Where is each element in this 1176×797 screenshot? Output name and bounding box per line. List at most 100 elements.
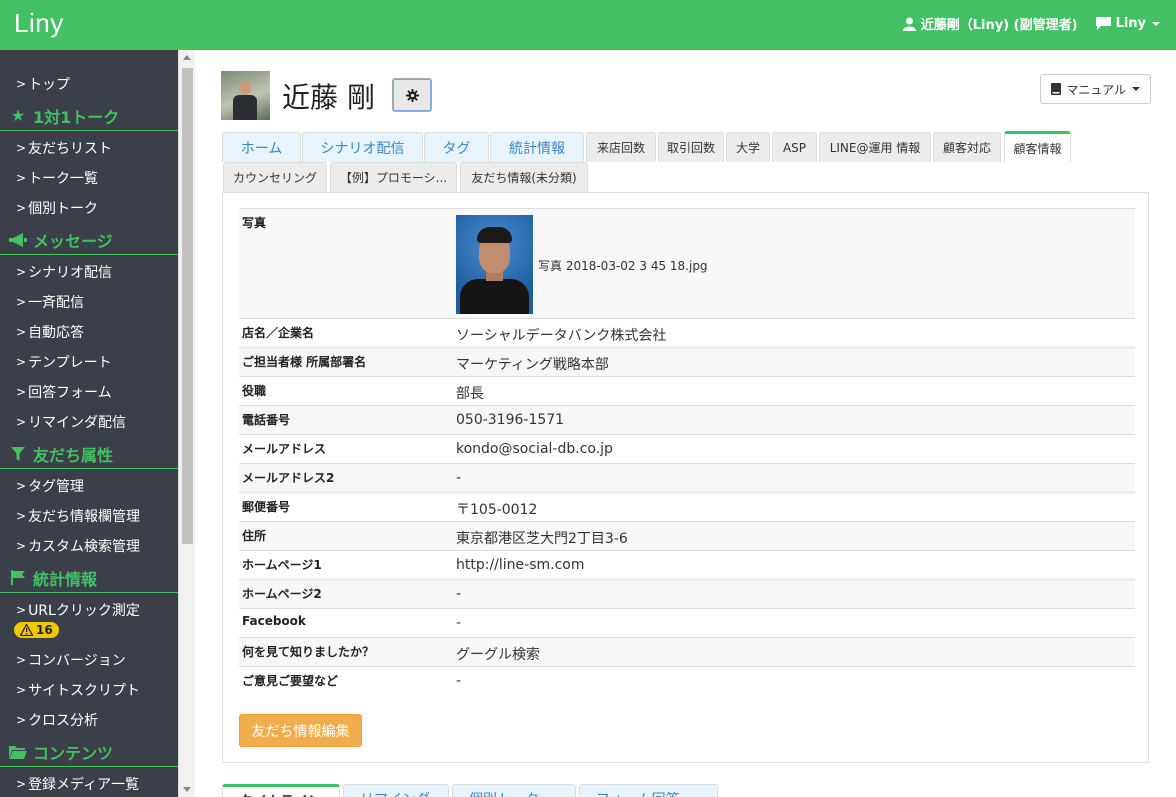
- sidebar-item-top[interactable]: > トップ: [16, 74, 70, 94]
- row-value: 東京都港区芝大門2丁目3-6: [456, 531, 628, 547]
- row-value: 050-3196-1571: [456, 412, 565, 428]
- row-label: ホームページ2: [242, 587, 322, 601]
- sidebar-item-media-list[interactable]: > 登録メディア一覧: [16, 774, 139, 794]
- sidebar-item-url-click[interactable]: > URLクリック測定: [16, 600, 140, 620]
- row-value: -: [456, 470, 462, 486]
- row-label: 何を見て知りましたか？: [242, 645, 375, 659]
- user-label: 近藤剛（Liny) (副管理者): [920, 18, 1078, 33]
- edit-friend-info-button[interactable]: 友だち情報編集: [239, 714, 362, 747]
- sidebar-item-individual-talk[interactable]: > 個別トーク: [16, 198, 98, 218]
- sidebar-item-broadcast[interactable]: > 一斉配信: [16, 292, 84, 312]
- account-menu[interactable]: Liny: [1095, 16, 1160, 31]
- row-value: グーグル検索: [456, 647, 540, 663]
- tab-individual-talk[interactable]: 個別トーク: [452, 784, 576, 797]
- megaphone-icon: [8, 232, 28, 247]
- warning-badge[interactable]: 16: [14, 622, 59, 638]
- sidebar-section-stats: 統計情報: [0, 563, 178, 593]
- row-value: -: [456, 615, 462, 631]
- table-row: ご担当者様 所属部署名 マーケティング戦略本部: [239, 347, 1135, 376]
- tab-scenario[interactable]: シナリオ配信: [302, 132, 423, 162]
- row-label: ご担当者様 所属部署名: [242, 355, 367, 369]
- row-label: 写真: [242, 216, 267, 230]
- book-icon: [1051, 83, 1062, 95]
- tab-timeline[interactable]: タイムライン: [222, 784, 340, 797]
- manual-button[interactable]: マニュアル: [1040, 74, 1151, 104]
- table-row: 住所 東京都港区芝大門2丁目3-6: [239, 521, 1135, 550]
- tab-university[interactable]: 大学: [726, 132, 770, 162]
- sidebar-section-content: コンテンツ: [0, 737, 178, 767]
- navbar-right: 近藤剛（Liny) (副管理者) Liny: [885, 14, 1160, 33]
- tab-customer-info[interactable]: 顧客情報: [1004, 131, 1071, 162]
- sidebar: > トップ ★ 1対1トーク > 友だちリスト > トーク一覧 > 個別トーク メッセージ…: [0, 50, 178, 797]
- sidebar-scrollbar[interactable]: [178, 50, 195, 797]
- tab-promotion[interactable]: 【例】プロモーシ...: [330, 162, 457, 192]
- chevron-down-icon: [1152, 21, 1160, 26]
- sidebar-item-reminder[interactable]: > リマインダ配信: [16, 412, 126, 432]
- sidebar-item-conversion[interactable]: > コンバージョン: [16, 650, 126, 670]
- top-navbar: Liny 近藤剛（Liny) (副管理者) Liny: [0, 0, 1176, 50]
- warning-icon: [20, 624, 33, 636]
- sidebar-item-site-script[interactable]: > サイトスクリプト: [16, 680, 140, 700]
- sidebar-item-label: トップ: [28, 77, 71, 93]
- sidebar-section-talk: ★ 1対1トーク: [0, 101, 178, 131]
- sidebar-section-attributes: 友だち属性: [0, 439, 178, 469]
- sidebar-section-message: メッセージ: [0, 225, 178, 255]
- row-label: 店名／企業名: [242, 326, 315, 340]
- avatar: [221, 71, 270, 120]
- scrollbar-thumb[interactable]: [182, 68, 193, 544]
- table-row: メールアドレス2 -: [239, 463, 1135, 492]
- profile-photo[interactable]: [456, 215, 533, 314]
- table-row: ホームページ1 http://line-sm.com: [239, 550, 1135, 579]
- row-value: http://line-sm.com: [456, 557, 585, 573]
- row-value: kondo@social-db.co.jp: [456, 441, 613, 457]
- tab-asp[interactable]: ASP: [772, 132, 817, 162]
- account-label: Liny: [1115, 16, 1146, 31]
- sidebar-item-cross-analysis[interactable]: > クロス分析: [16, 710, 98, 730]
- brand-logo[interactable]: Liny: [14, 8, 64, 39]
- gear-icon: [405, 88, 419, 102]
- sidebar-item-scenario[interactable]: > シナリオ配信: [16, 262, 112, 282]
- tab-tag[interactable]: タグ: [424, 132, 489, 162]
- table-row: 郵便番号 〒105-0012: [239, 492, 1135, 521]
- row-label: 役職: [242, 384, 267, 398]
- scroll-down-icon[interactable]: [183, 787, 191, 792]
- tab-visit-count[interactable]: 来店回数: [586, 132, 656, 162]
- tab-stats[interactable]: 統計情報: [490, 132, 584, 162]
- star-icon: ★: [10, 106, 26, 125]
- sidebar-item-answer-form[interactable]: > 回答フォーム: [16, 382, 112, 402]
- sidebar-item-auto-reply[interactable]: > 自動応答: [16, 322, 84, 342]
- sidebar-item-template[interactable]: > テンプレート: [16, 352, 112, 372]
- sidebar-item-tag-management[interactable]: > タグ管理: [16, 476, 84, 496]
- scroll-up-icon[interactable]: [183, 55, 191, 60]
- tab-reminder[interactable]: リマインダ: [343, 784, 449, 797]
- settings-button[interactable]: [392, 78, 432, 112]
- sidebar-item-friend-info-fields[interactable]: > 友だち情報欄管理: [16, 506, 140, 526]
- warning-count: 16: [36, 623, 53, 637]
- table-row: ホームページ2 -: [239, 579, 1135, 608]
- tab-form-answers[interactable]: フォーム回答: [579, 784, 718, 797]
- table-row: メールアドレス kondo@social-db.co.jp: [239, 434, 1135, 463]
- table-row: 何を見て知りましたか？ グーグル検索: [239, 637, 1135, 666]
- row-value: -: [456, 673, 462, 689]
- tab-counseling[interactable]: カウンセリング: [223, 162, 327, 192]
- row-label: 電話番号: [242, 413, 291, 427]
- folder-icon: [8, 745, 28, 759]
- tab-home[interactable]: ホーム: [222, 132, 301, 162]
- sidebar-item-talk-list[interactable]: > トーク一覧: [16, 168, 98, 188]
- row-label: ホームページ1: [242, 558, 322, 572]
- tab-line-at[interactable]: LINE@運用 情報: [819, 132, 931, 162]
- tab-transaction-count[interactable]: 取引回数: [658, 132, 724, 162]
- row-label: 住所: [242, 529, 267, 543]
- user-icon: [902, 17, 916, 31]
- photo-caption: 写真 2018-03-02 3 45 18.jpg: [538, 259, 708, 273]
- row-label: Facebook: [242, 614, 306, 628]
- table-row: Facebook -: [239, 608, 1135, 637]
- sidebar-item-friend-list[interactable]: > 友だちリスト: [16, 138, 112, 158]
- sidebar-item-custom-search[interactable]: > カスタム検索管理: [16, 536, 140, 556]
- table-row: 店名／企業名 ソーシャルデータバンク株式会社: [239, 318, 1135, 347]
- tab-customer-support[interactable]: 顧客対応: [933, 132, 1001, 162]
- row-label: メールアドレス: [242, 442, 327, 456]
- user-menu[interactable]: 近藤剛（Liny) (副管理者): [902, 14, 1078, 33]
- row-value: ソーシャルデータバンク株式会社: [456, 328, 667, 344]
- tab-friend-info-unclassified[interactable]: 友だち情報(未分類): [460, 162, 588, 192]
